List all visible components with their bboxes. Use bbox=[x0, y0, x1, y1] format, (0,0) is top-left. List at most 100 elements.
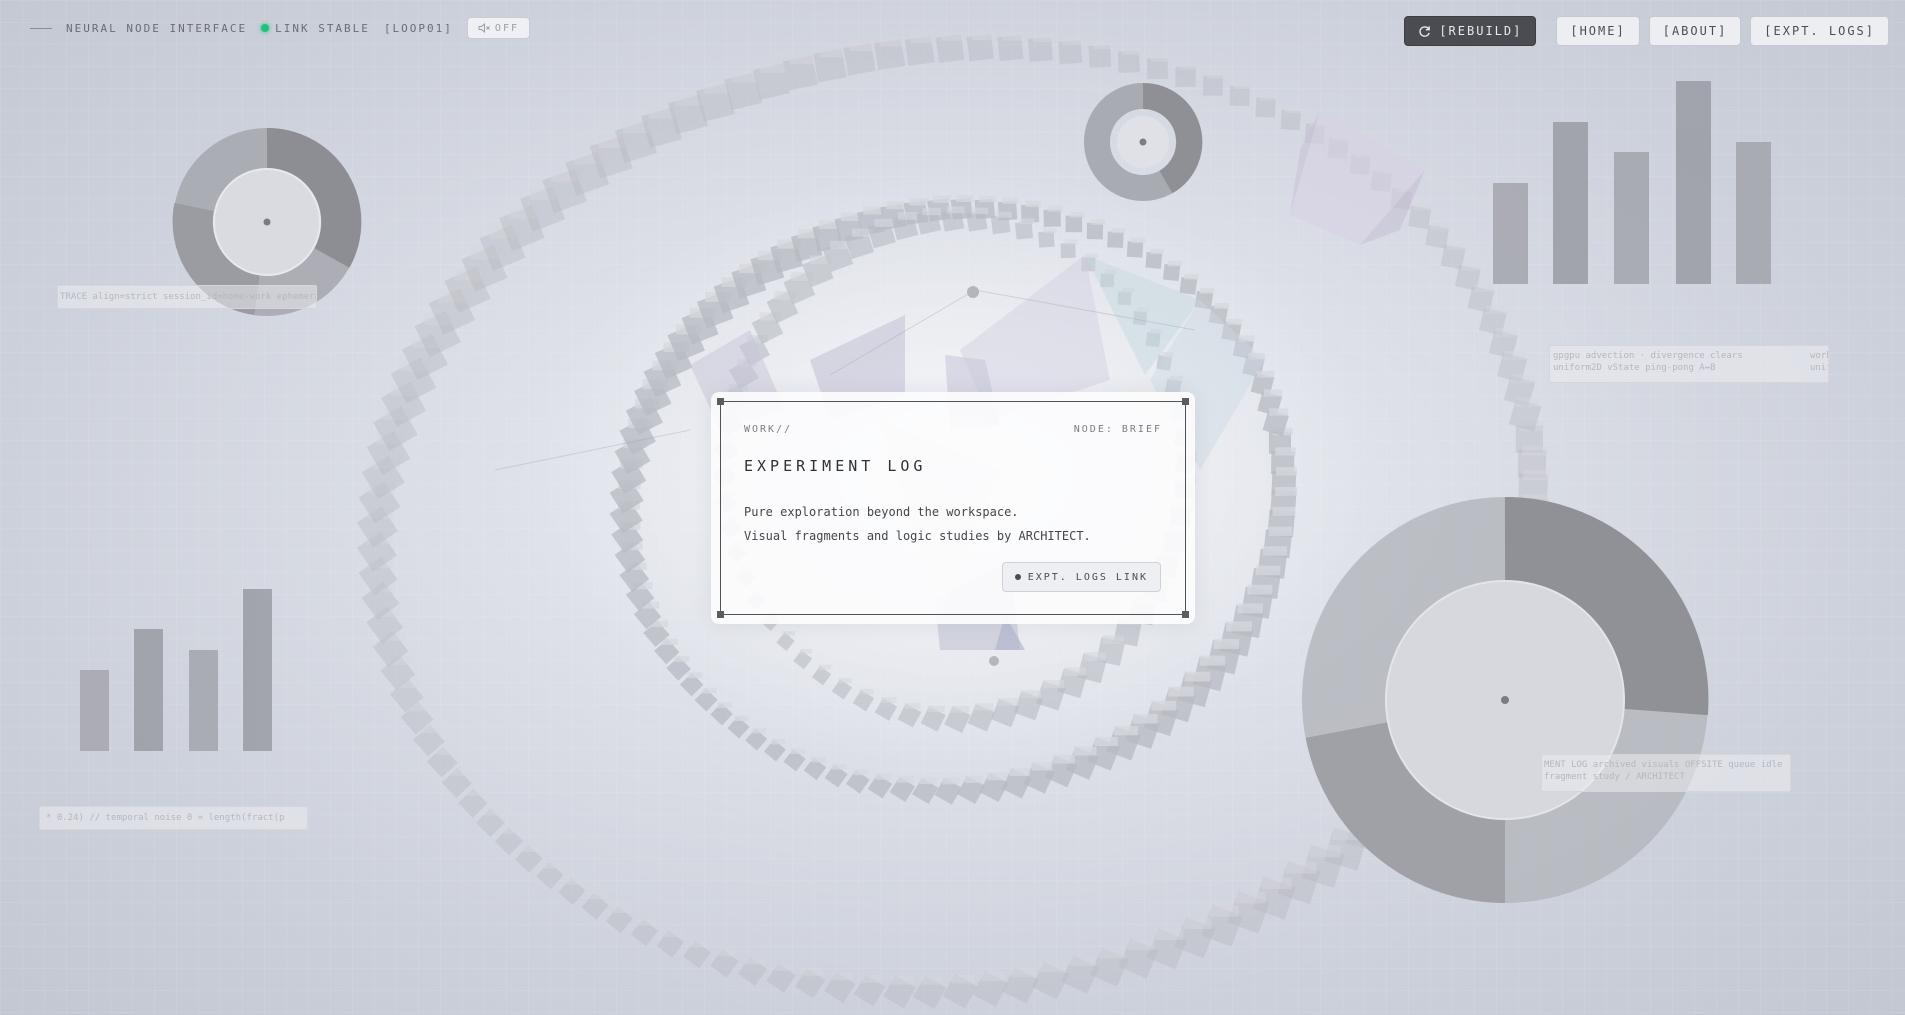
ring-cube-highlight bbox=[1090, 219, 1106, 225]
ring-cube-highlight bbox=[1285, 861, 1317, 874]
ring-cube-highlight bbox=[1063, 37, 1084, 46]
card-node-label: NODE: BRIEF bbox=[1073, 424, 1162, 435]
ring-cube-highlight bbox=[922, 207, 941, 216]
header-status-bar: NEURAL NODE INTERFACE LINK STABLE [LOOP0… bbox=[30, 17, 530, 39]
ring-cube-highlight bbox=[1503, 351, 1526, 360]
ring-cube-highlight bbox=[1199, 287, 1215, 294]
ring-cube-decoration bbox=[1126, 241, 1144, 258]
rebuild-label: [REBUILD] bbox=[1439, 24, 1523, 38]
ring-cube-highlight bbox=[987, 772, 1007, 781]
ring-cube-highlight bbox=[1182, 917, 1212, 929]
ring-cube-highlight bbox=[691, 940, 709, 948]
nav-about-button[interactable]: [ABOUT] bbox=[1648, 16, 1742, 46]
ring-cube-highlight bbox=[1261, 877, 1292, 889]
ring-cube-highlight bbox=[717, 702, 732, 708]
ring-cube-highlight bbox=[1025, 200, 1042, 208]
ring-cube-highlight bbox=[800, 649, 813, 654]
ring-cube-highlight bbox=[1098, 948, 1126, 959]
ring-cube-decoration bbox=[1107, 231, 1124, 248]
ring-cube-highlight bbox=[1275, 447, 1296, 456]
ring-cube-highlight bbox=[638, 918, 657, 926]
frame-corner-icon bbox=[1182, 611, 1189, 618]
ring-cube-highlight bbox=[946, 206, 965, 214]
ring-cube-highlight bbox=[503, 827, 521, 835]
ring-cube-highlight bbox=[589, 892, 607, 900]
ring-cube-highlight bbox=[951, 974, 975, 984]
ring-cube-highlight bbox=[819, 47, 846, 58]
ring-cube-highlight bbox=[1184, 273, 1199, 280]
ring-cube-highlight bbox=[891, 976, 914, 985]
ring-cube-highlight bbox=[1213, 638, 1240, 649]
ring-cube-highlight bbox=[1092, 41, 1113, 50]
card-frame: WORK// NODE: BRIEF EXPERIMENT LOG Pure e… bbox=[717, 398, 1189, 618]
card-description-line1: Pure exploration beyond the workspace. bbox=[744, 505, 1019, 519]
ring-cube-highlight bbox=[1473, 284, 1494, 293]
card-section-label: WORK// bbox=[744, 424, 793, 435]
ring-cube-highlight bbox=[1043, 680, 1065, 689]
card-title: EXPERIMENT LOG bbox=[744, 457, 927, 475]
ring-cube-highlight bbox=[995, 211, 1012, 218]
ring-cube-highlight bbox=[674, 655, 690, 662]
ring-cube-highlight bbox=[1069, 211, 1085, 218]
expt-logs-link-label: EXPT. LOGS LINK bbox=[1027, 571, 1148, 583]
ring-cube-highlight bbox=[921, 976, 944, 985]
ring-cube-highlight bbox=[1259, 93, 1278, 101]
ring-cube-highlight bbox=[1002, 197, 1019, 204]
ring-cube-highlight bbox=[1150, 248, 1164, 255]
sound-toggle-button[interactable]: OFF bbox=[466, 17, 530, 39]
ring-cube-highlight bbox=[1495, 328, 1517, 337]
ring-cube-highlight bbox=[1275, 467, 1298, 476]
expt-logs-link-button[interactable]: EXPT. LOGS LINK bbox=[1001, 562, 1161, 592]
ring-cube-highlight bbox=[544, 861, 562, 869]
ring-cube-highlight bbox=[1272, 506, 1296, 516]
ring-cube-decoration bbox=[1038, 231, 1055, 248]
ring-cube-decoration bbox=[1060, 243, 1076, 259]
gpu-log-tag: gpgpu advection · divergence clears unif… bbox=[1549, 345, 1829, 383]
ring-cube-highlight bbox=[1168, 686, 1194, 697]
ring-cube-highlight bbox=[910, 33, 935, 43]
ring-cube-highlight bbox=[790, 748, 805, 754]
ring-cube-highlight bbox=[1226, 318, 1243, 325]
ring-cube-highlight bbox=[782, 631, 795, 636]
ring-cube-highlight bbox=[613, 906, 631, 913]
ring-cube-decoration bbox=[1175, 66, 1196, 87]
ring-cube-highlight bbox=[1235, 891, 1266, 904]
ring-cube-highlight bbox=[880, 37, 905, 47]
ring-cube-highlight bbox=[1285, 106, 1303, 114]
ring-cube-highlight bbox=[435, 747, 455, 755]
noise-log-tag: * 0.24) // temporal noise 0 = length(fra… bbox=[39, 806, 308, 830]
nav-expt-logs-button[interactable]: [EXPT. LOGS] bbox=[1750, 16, 1889, 46]
ring-cube-highlight bbox=[951, 705, 970, 713]
frame-corner-icon bbox=[1182, 398, 1189, 405]
ring-cube-highlight bbox=[971, 207, 989, 215]
ring-cube-highlight bbox=[1151, 54, 1170, 62]
ring-cube-highlight bbox=[1268, 526, 1293, 536]
ring-cube-highlight bbox=[1255, 565, 1281, 576]
gpu-log-line1: gpgpu advection · divergence clears bbox=[1553, 351, 1743, 361]
ring-cube-highlight bbox=[1064, 667, 1086, 676]
rebuild-button[interactable]: [REBUILD] bbox=[1404, 16, 1537, 46]
ring-cube-highlight bbox=[1102, 635, 1125, 644]
ring-cube-highlight bbox=[1309, 845, 1341, 858]
sound-label: OFF bbox=[494, 22, 519, 34]
ring-cube-highlight bbox=[1209, 905, 1239, 917]
ring-cube-highlight bbox=[955, 194, 974, 202]
ring-cube-highlight bbox=[861, 974, 883, 983]
ring-cube-highlight bbox=[1213, 303, 1229, 309]
nav-home-button[interactable]: [HOME] bbox=[1556, 16, 1640, 46]
donut-chart-decoration-left bbox=[172, 127, 362, 316]
ring-cube-highlight bbox=[1522, 469, 1549, 480]
card-header: WORK// NODE: BRIEF bbox=[744, 424, 1162, 435]
ring-cube-highlight bbox=[1199, 655, 1226, 666]
ring-cube-highlight bbox=[1460, 262, 1481, 271]
ring-cube-highlight bbox=[566, 877, 584, 885]
ring-cube-highlight bbox=[1122, 47, 1142, 55]
ring-cube-highlight bbox=[1010, 967, 1036, 978]
ring-cube-highlight bbox=[718, 949, 737, 957]
ring-cube-highlight bbox=[1184, 671, 1211, 682]
ring-cube-highlight bbox=[1485, 306, 1507, 315]
ring-cube-decoration bbox=[1015, 221, 1034, 240]
status-label: LINK STABLE bbox=[275, 21, 370, 35]
ring-cube-highlight bbox=[523, 845, 541, 852]
ring-cube-highlight bbox=[1256, 370, 1275, 378]
